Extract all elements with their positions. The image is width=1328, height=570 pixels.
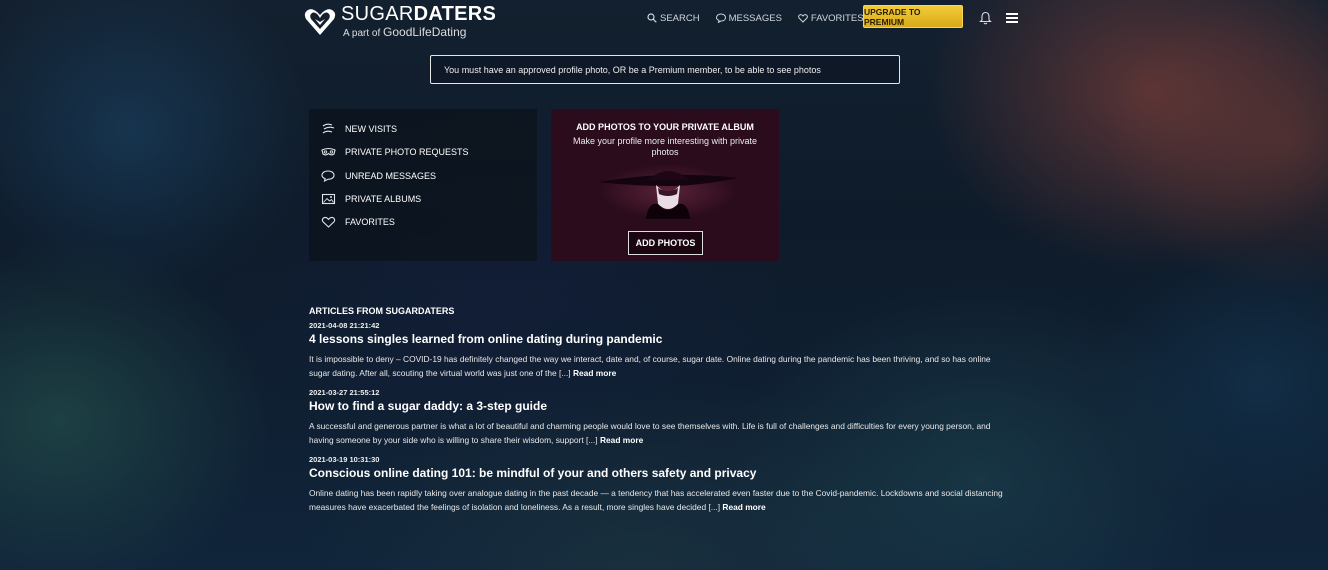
album-promo-title: ADD PHOTOS TO YOUR PRIVATE ALBUM xyxy=(576,122,754,132)
logo-wordmark: SUGARDATERS xyxy=(341,4,496,24)
article-title[interactable]: Conscious online dating 101: be mindful … xyxy=(309,466,1009,480)
logo-name-bold: DATERS xyxy=(413,3,497,25)
article-item: 2021-04-08 21:21:42 4 lessons singles le… xyxy=(309,321,1009,380)
heart-icon xyxy=(321,216,336,228)
activity-menu-panel: NEW VISITS PRIVATE PHOTO REQUESTS UNREAD… xyxy=(309,109,537,261)
logo-sub-prefix: A part of xyxy=(343,28,381,39)
private-album-promo: ADD PHOTOS TO YOUR PRIVATE ALBUM Make yo… xyxy=(551,109,779,261)
nav-search[interactable]: SEARCH xyxy=(647,13,700,24)
read-more-link[interactable]: Read more xyxy=(573,368,616,378)
nav-search-label: SEARCH xyxy=(660,12,700,24)
mask-icon xyxy=(321,147,336,156)
menu-item-unread-messages[interactable]: UNREAD MESSAGES xyxy=(321,170,436,182)
top-nav: SEARCH MESSAGES FAVORITES xyxy=(647,8,880,28)
menu-item-new-visits[interactable]: NEW VISITS xyxy=(321,123,397,135)
menu-item-private-albums[interactable]: PRIVATE ALBUMS xyxy=(321,193,421,205)
menu-item-label: FAVORITES xyxy=(345,217,395,227)
logo-subline: A part of GoodLifeDating xyxy=(341,26,496,39)
album-promo-subtitle: Make your profile more interesting with … xyxy=(572,136,758,157)
article-excerpt: It is impossible to deny – COVID-19 has … xyxy=(309,352,1009,380)
menu-item-label: NEW VISITS xyxy=(345,124,398,134)
logo-sub-brand: GoodLifeDating xyxy=(383,25,467,39)
articles-heading: ARTICLES FROM SUGARDATERS xyxy=(309,306,455,316)
article-excerpt: A successful and generous partner is wha… xyxy=(309,419,1009,447)
nav-messages-label: MESSAGES xyxy=(728,12,782,24)
article-item: 2021-03-19 10:31:30 Conscious online dat… xyxy=(309,455,1009,514)
menu-item-favorites[interactable]: FAVORITES xyxy=(321,216,395,228)
notice-text: You must have an approved profile photo,… xyxy=(444,64,821,75)
article-excerpt-text: Online dating has been rapidly taking ov… xyxy=(309,488,1003,512)
hat-woman-illustration xyxy=(598,164,738,219)
add-photos-button[interactable]: ADD PHOTOS xyxy=(628,231,703,255)
bell-icon[interactable] xyxy=(979,11,992,25)
chat-icon xyxy=(321,170,335,182)
article-excerpt-text: It is impossible to deny – COVID-19 has … xyxy=(309,354,991,378)
album-icon xyxy=(321,193,336,205)
photo-access-notice: You must have an approved profile photo,… xyxy=(430,55,900,84)
article-excerpt: Online dating has been rapidly taking ov… xyxy=(309,486,1009,514)
article-title[interactable]: How to find a sugar daddy: a 3-step guid… xyxy=(309,399,1009,413)
article-date: 2021-04-08 21:21:42 xyxy=(309,321,380,330)
menu-item-private-photo-requests[interactable]: PRIVATE PHOTO REQUESTS xyxy=(321,146,469,158)
article-date: 2021-03-27 21:55:12 xyxy=(309,388,380,397)
nav-favorites-label: FAVORITES xyxy=(810,12,864,24)
hamburger-menu-icon[interactable] xyxy=(1006,13,1018,23)
chat-bubble-icon xyxy=(715,13,726,23)
heart-logo-icon xyxy=(304,8,336,35)
upgrade-premium-button[interactable]: UPGRADE TO PREMIUM xyxy=(863,5,963,28)
read-more-link[interactable]: Read more xyxy=(600,435,643,445)
read-more-link[interactable]: Read more xyxy=(722,502,765,512)
visits-icon xyxy=(322,123,335,134)
nav-favorites[interactable]: FAVORITES xyxy=(798,13,864,24)
article-title[interactable]: 4 lessons singles learned from online da… xyxy=(309,332,1009,346)
site-logo[interactable]: SUGARDATERS A part of GoodLifeDating xyxy=(303,4,496,39)
menu-item-label: PRIVATE PHOTO REQUESTS xyxy=(345,147,469,157)
article-excerpt-text: A successful and generous partner is wha… xyxy=(309,421,991,445)
articles-section: ARTICLES FROM SUGARDATERS 2021-04-08 21:… xyxy=(309,306,1009,522)
article-date: 2021-03-19 10:31:30 xyxy=(309,455,380,464)
article-item: 2021-03-27 21:55:12 How to find a sugar … xyxy=(309,388,1009,447)
heart-outline-icon xyxy=(798,14,808,23)
nav-messages[interactable]: MESSAGES xyxy=(715,12,782,24)
menu-item-label: UNREAD MESSAGES xyxy=(345,171,437,181)
logo-name-light: SUGAR xyxy=(341,3,414,25)
search-icon xyxy=(647,13,657,23)
menu-item-label: PRIVATE ALBUMS xyxy=(345,194,422,204)
